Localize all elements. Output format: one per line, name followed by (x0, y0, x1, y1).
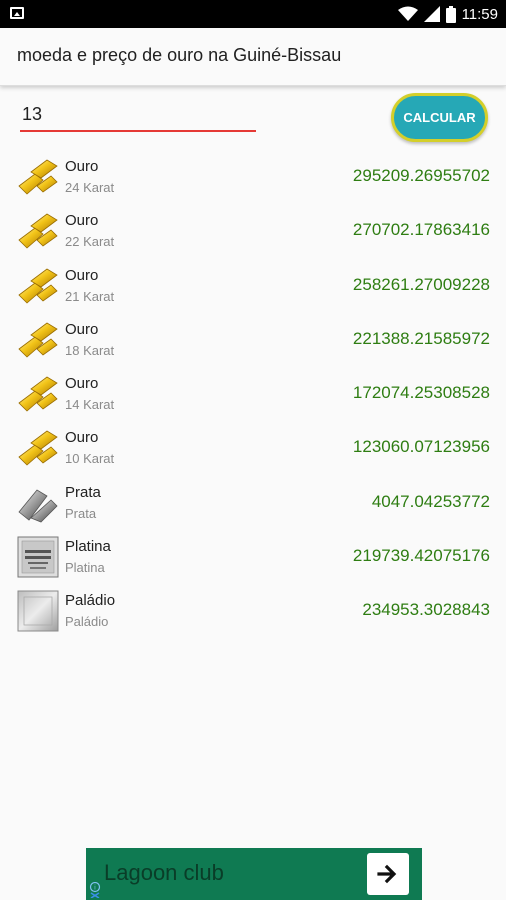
metal-price: 123060.07123956 (352, 437, 490, 457)
list-item[interactable]: Ouro 10 Karat 123060.07123956 (0, 421, 506, 475)
metal-price: 172074.25308528 (352, 383, 490, 403)
metal-name: Ouro (65, 320, 99, 338)
metal-price: 4047.04253772 (371, 491, 490, 511)
metal-subtitle: 10 Karat (65, 451, 115, 467)
gold-bar-icon (17, 319, 59, 361)
list-item[interactable]: Ouro 21 Karat 258261.27009228 (0, 259, 506, 313)
gold-bar-icon (17, 373, 59, 415)
metal-price: 258261.27009228 (352, 274, 490, 294)
metal-name: Prata (65, 483, 101, 501)
status-icons: 11:59 (397, 4, 498, 24)
signal-icon (423, 6, 440, 22)
gold-bar-icon (17, 210, 59, 252)
metal-subtitle: 24 Karat (65, 180, 115, 195)
metal-price: 221388.21585972 (352, 328, 490, 348)
app-toolbar: moeda e preço de ouro na Guiné-Bissau (0, 28, 506, 86)
ad-info-icon[interactable]: i (88, 882, 102, 898)
metal-subtitle: 14 Karat (65, 397, 115, 413)
palladium-bar-icon (17, 590, 59, 632)
metal-name: Ouro (65, 266, 99, 284)
metal-subtitle: Platina (65, 560, 105, 576)
list-item[interactable]: Ouro 18 Karat 221388.21585972 (0, 313, 506, 367)
metal-subtitle: 21 Karat (65, 288, 115, 304)
image-icon (10, 7, 24, 19)
metal-price: 270702.17863416 (352, 220, 490, 240)
metal-price: 295209.26955702 (352, 166, 490, 185)
battery-icon (445, 5, 456, 23)
list-item[interactable]: Prata Prata 4047.04253772 (0, 476, 506, 530)
metal-price: 234953.3028843 (362, 600, 490, 620)
list-item[interactable]: Ouro 24 Karat 295209.26955702 (0, 150, 506, 204)
gold-bar-icon (17, 156, 59, 198)
gold-bar-icon (17, 427, 59, 469)
metal-name: Paládio (65, 592, 116, 610)
status-bar: 11:59 (0, 0, 506, 28)
metal-subtitle: Prata (65, 505, 97, 521)
metal-name: Ouro (65, 158, 99, 175)
amount-input[interactable] (20, 100, 256, 128)
metal-price-list: Ouro 24 Karat 295209.26955702 Ouro 22 Karat 2… (0, 150, 506, 639)
calculate-button[interactable]: CALCULAR (391, 93, 488, 142)
metal-subtitle: 18 Karat (65, 342, 115, 358)
list-item[interactable]: Paládio Paládio 234953.3028843 (0, 584, 506, 638)
metal-price: 219739.42075176 (352, 546, 490, 566)
arrow-right-icon (377, 864, 397, 884)
metal-subtitle: 22 Karat (65, 234, 115, 250)
silver-bar-icon (17, 482, 59, 524)
metal-name: Ouro (65, 375, 99, 393)
metal-subtitle: Paládio (65, 614, 109, 630)
metal-name: Platina (65, 538, 111, 556)
ad-action-button[interactable] (367, 853, 409, 895)
ad-banner[interactable]: i Lagoon club (86, 848, 422, 900)
list-item[interactable]: Ouro 22 Karat 270702.17863416 (0, 204, 506, 258)
amount-field[interactable] (20, 100, 256, 132)
metal-name: Ouro (65, 212, 99, 230)
platinum-bar-icon (17, 536, 59, 578)
gold-bar-icon (17, 265, 59, 307)
list-item[interactable]: Ouro 14 Karat 172074.25308528 (0, 367, 506, 421)
list-item[interactable]: Platina Platina 219739.42075176 (0, 530, 506, 584)
metal-name: Ouro (65, 429, 99, 447)
page-title: moeda e preço de ouro na Guiné-Bissau (17, 45, 342, 65)
status-time: 11:59 (461, 5, 498, 23)
wifi-icon (397, 6, 418, 21)
ad-text[interactable]: Lagoon club (104, 860, 224, 886)
svg-text:i: i (94, 885, 96, 892)
